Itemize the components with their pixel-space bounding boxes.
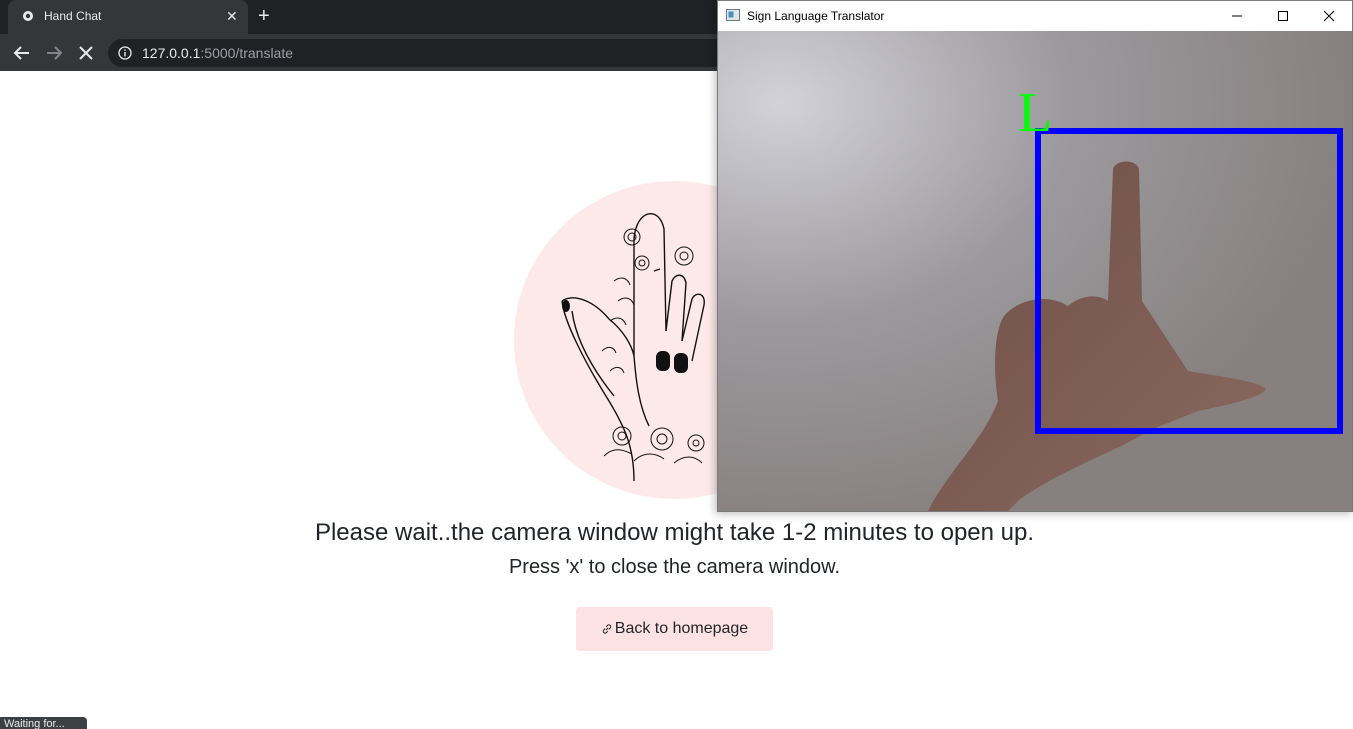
camera-window-titlebar[interactable]: Sign Language Translator xyxy=(718,1,1352,31)
status-bubble: Waiting for... xyxy=(0,717,87,729)
hand-chat-favicon-icon xyxy=(23,11,33,21)
camera-window-title: Sign Language Translator xyxy=(747,9,885,23)
camera-frame-image: L xyxy=(718,31,1352,511)
tab-title: Hand Chat xyxy=(44,9,102,23)
minimize-icon xyxy=(1232,15,1242,17)
forward-arrow-icon[interactable] xyxy=(42,41,66,65)
tab-close-icon[interactable]: ✕ xyxy=(226,7,238,25)
stop-loading-icon[interactable] xyxy=(74,41,98,65)
minimize-button[interactable] xyxy=(1214,1,1260,31)
link-icon xyxy=(602,624,611,634)
window-app-icon xyxy=(726,9,740,21)
back-button-label: Back to homepage xyxy=(614,620,749,637)
back-arrow-icon[interactable] xyxy=(10,41,34,65)
new-tab-button[interactable]: + xyxy=(258,5,270,27)
close-icon xyxy=(1323,10,1335,22)
predicted-letter: L xyxy=(1018,82,1052,144)
back-to-homepage-button[interactable]: Back to homepage xyxy=(576,607,773,651)
wait-message: Please wait..the camera window might tak… xyxy=(314,519,1035,546)
address-bar[interactable]: 127.0.0.1:5000/translate xyxy=(108,39,748,67)
close-hint: Press 'x' to close the camera window. xyxy=(508,556,841,578)
url-host: 127.0.0.1 xyxy=(142,45,201,61)
url-path: :5000/translate xyxy=(200,45,294,61)
url-text: 127.0.0.1:5000/translate xyxy=(142,45,293,61)
maximize-button[interactable] xyxy=(1260,1,1306,31)
camera-window[interactable]: Sign Language Translator L xyxy=(717,0,1353,512)
site-info-icon[interactable] xyxy=(118,46,132,60)
tab-hand-chat[interactable]: Hand Chat ✕ xyxy=(8,0,248,34)
close-window-button[interactable] xyxy=(1306,1,1352,31)
camera-feed: L xyxy=(718,31,1352,511)
maximize-icon xyxy=(1278,11,1288,21)
